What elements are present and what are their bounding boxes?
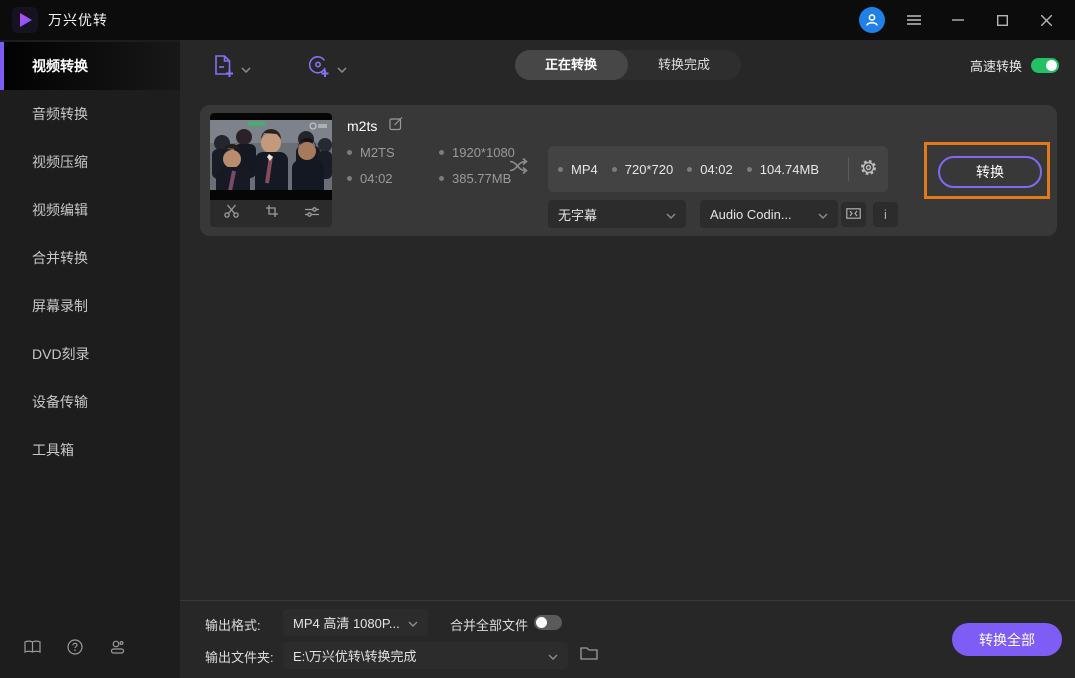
maximize-icon[interactable] <box>987 5 1017 35</box>
tab-finished[interactable]: 转换完成 <box>628 50 741 80</box>
convert-button[interactable]: 转换 <box>938 156 1042 188</box>
compress-button[interactable] <box>841 202 866 227</box>
output-folder-dropdown[interactable]: E:\万兴优转\转换完成 <box>283 642 568 669</box>
subtitle-dropdown-value: 无字幕 <box>558 207 598 223</box>
chevron-down-icon <box>818 207 828 222</box>
main-area: 正在转换 转换完成 高速转换 m2ts M2TS 1920*1080 04:02… <box>180 40 1075 678</box>
chevron-down-icon <box>337 60 347 78</box>
output-folder-label: 输出文件夹: <box>205 650 274 665</box>
source-format: M2TS <box>360 145 395 160</box>
sidebar-item-video-convert[interactable]: 视频转换 <box>0 42 180 90</box>
app-title: 万兴优转 <box>48 12 108 28</box>
sidebar-footer <box>24 639 126 660</box>
sidebar-item-video-edit[interactable]: 视频编辑 <box>0 186 180 234</box>
chevron-down-icon <box>548 648 558 663</box>
help-icon[interactable] <box>67 639 83 660</box>
add-file-button[interactable] <box>208 50 255 87</box>
shuffle-icon <box>508 157 532 180</box>
video-thumbnail[interactable] <box>210 113 332 200</box>
scissors-icon[interactable] <box>223 204 240 223</box>
output-folder-dropdown-value: E:\万兴优转\转换完成 <box>293 649 417 664</box>
toolbar: 正在转换 转换完成 高速转换 <box>180 40 1075 90</box>
menu-icon[interactable] <box>899 5 929 35</box>
file-card: m2ts M2TS 1920*1080 04:02 385.77MB MP4 7… <box>200 105 1057 236</box>
source-resolution: 1920*1080 <box>452 145 515 160</box>
chevron-down-icon <box>408 615 418 630</box>
output-resolution: 720*720 <box>624 161 674 177</box>
output-size: 104.74MB <box>759 161 819 177</box>
app-logo-play-icon <box>12 7 38 33</box>
compress-icon <box>846 206 861 224</box>
source-duration: 04:02 <box>360 171 393 186</box>
sidebar-item-toolbox[interactable]: 工具箱 <box>0 426 180 474</box>
chevron-down-icon <box>666 207 676 222</box>
add-disc-icon <box>307 54 331 83</box>
effects-sliders-icon[interactable] <box>304 205 320 223</box>
merge-all-toggle[interactable] <box>534 615 562 630</box>
info-icon: i <box>884 207 887 222</box>
gear-icon[interactable] <box>859 158 878 180</box>
sidebar-item-video-compress[interactable]: 视频压缩 <box>0 138 180 186</box>
converting-tabs: 正在转换 转换完成 <box>514 50 741 80</box>
book-icon[interactable] <box>24 640 41 659</box>
high-speed-label: 高速转换 <box>969 59 1022 74</box>
high-speed-toggle[interactable] <box>1031 58 1059 73</box>
folder-icon[interactable] <box>580 645 598 665</box>
audio-codec-dropdown-value: Audio Codin... <box>710 206 792 222</box>
sidebar: 视频转换 音频转换 视频压缩 视频编辑 合并转换 屏幕录制 DVD刻录 设备传输… <box>0 40 180 678</box>
source-info: M2TS 1920*1080 04:02 385.77MB <box>347 145 515 186</box>
sidebar-item-screen-record[interactable]: 屏幕录制 <box>0 282 180 330</box>
tab-converting[interactable]: 正在转换 <box>514 50 628 80</box>
source-size: 385.77MB <box>452 171 512 186</box>
output-info-bar: MP4 720*720 04:02 104.74MB <box>548 146 888 192</box>
file-name: m2ts <box>347 118 378 134</box>
output-format-dropdown-value: MP4 高清 1080P... <box>293 616 400 631</box>
sidebar-item-merge-convert[interactable]: 合并转换 <box>0 234 180 282</box>
titlebar: 万兴优转 <box>0 0 1075 40</box>
add-file-icon <box>212 54 235 83</box>
add-disc-button[interactable] <box>303 50 351 87</box>
thumbnail-toolbar <box>210 200 332 227</box>
output-format-label: 输出格式: <box>205 618 261 633</box>
minimize-icon[interactable] <box>943 5 973 35</box>
edit-icon[interactable] <box>389 116 404 136</box>
output-format: MP4 <box>571 161 598 177</box>
highlight-annotation-box: 转换 <box>924 142 1050 199</box>
sidebar-item-device-transfer[interactable]: 设备传输 <box>0 378 180 426</box>
contact-icon[interactable] <box>109 640 126 659</box>
crop-icon[interactable] <box>265 204 279 223</box>
output-duration: 04:02 <box>700 161 733 177</box>
audio-codec-dropdown[interactable]: Audio Codin... <box>700 200 838 228</box>
convert-all-button[interactable]: 转换全部 <box>952 623 1062 656</box>
sidebar-item-audio-convert[interactable]: 音频转换 <box>0 90 180 138</box>
video-thumbnail-block <box>210 113 332 227</box>
app-window: 万兴优转 视频转换 音频转换 视频压缩 视频编辑 合并转换 屏幕录制 DVD刻录… <box>0 0 1075 678</box>
footer-bar: 输出格式: MP4 高清 1080P... 合并全部文件 输出文件夹: E:\万… <box>180 600 1075 678</box>
info-button[interactable]: i <box>873 202 898 227</box>
merge-all-label: 合并全部文件 <box>450 618 529 633</box>
close-icon[interactable] <box>1031 5 1061 35</box>
subtitle-dropdown[interactable]: 无字幕 <box>548 200 686 228</box>
output-format-dropdown[interactable]: MP4 高清 1080P... <box>283 609 428 636</box>
sidebar-item-dvd-burn[interactable]: DVD刻录 <box>0 330 180 378</box>
chevron-down-icon <box>241 60 251 78</box>
user-avatar-icon[interactable] <box>859 7 885 33</box>
